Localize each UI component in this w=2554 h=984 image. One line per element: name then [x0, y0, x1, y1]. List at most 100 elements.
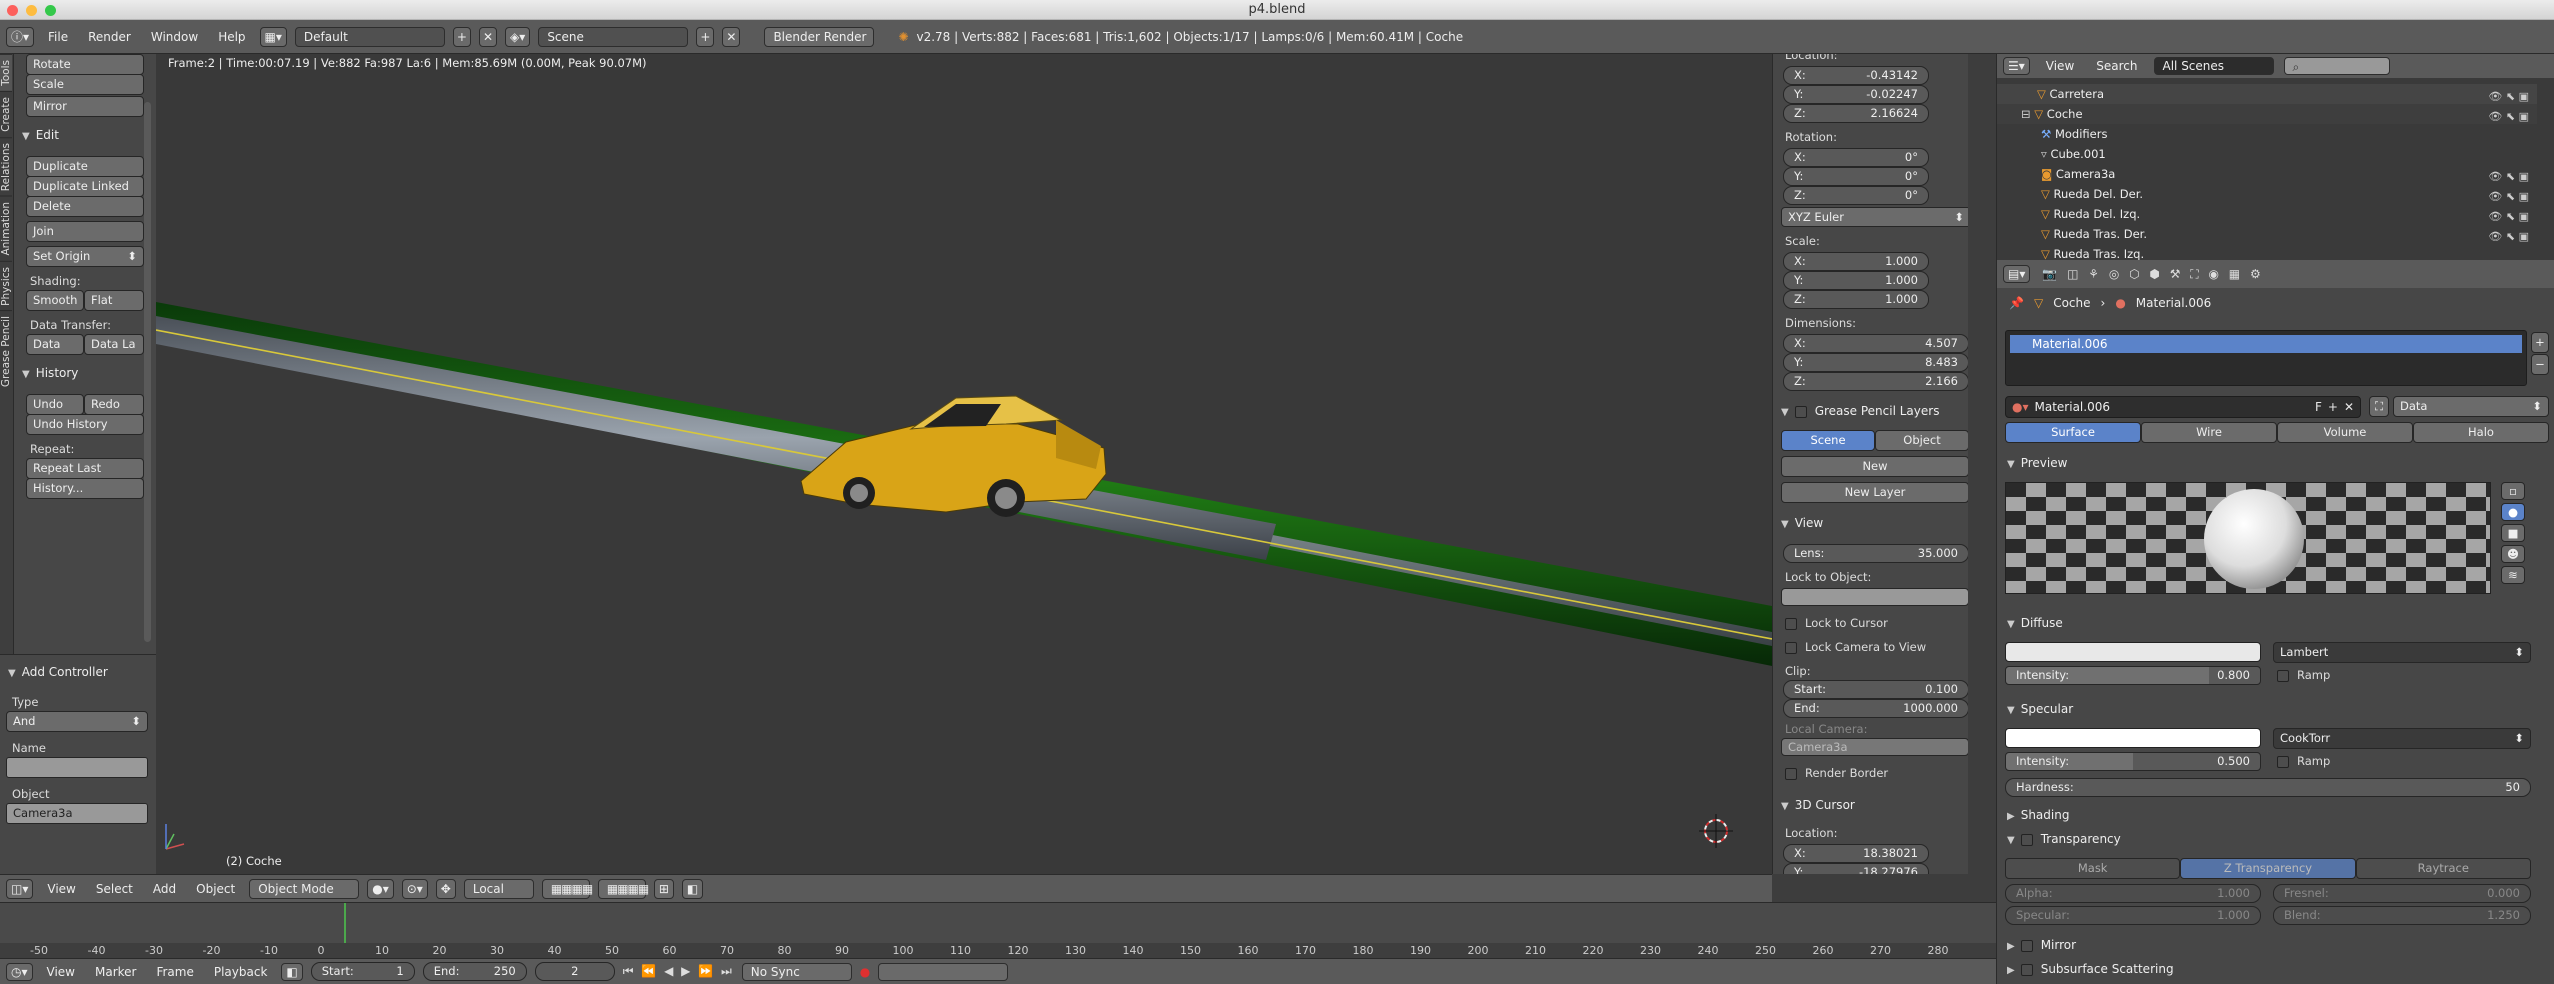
name-input[interactable]	[6, 757, 148, 778]
dimension-y-field[interactable]: Y: 8.483	[1783, 353, 1968, 372]
history-button[interactable]: History...	[26, 478, 144, 499]
outliner-row-rueda-tras-der[interactable]: ▽ Rueda Tras. Der. 👁 ⬉ ▣	[1997, 224, 2537, 244]
lock-camera-checkbox[interactable]	[1785, 641, 1797, 654]
specular-intensity-field[interactable]: Intensity: 0.500	[2005, 752, 2261, 771]
properties-editor-icon[interactable]: ▤▾	[2003, 265, 2031, 283]
specular-panel-header[interactable]: ▼ Specular	[2007, 702, 2073, 716]
current-frame-field[interactable]: 2	[534, 962, 615, 981]
fake-user-button[interactable]: F	[2315, 400, 2322, 414]
data-layout-button[interactable]: Data La	[84, 334, 144, 355]
rotate-button[interactable]: Rotate	[26, 54, 144, 75]
location-z-field[interactable]: Z: 2.16624	[1783, 104, 1929, 123]
menu-object[interactable]: Object	[190, 882, 241, 896]
render-border-option[interactable]: Render Border	[1785, 766, 1888, 780]
set-origin-button[interactable]: Set Origin ⬍	[26, 246, 144, 267]
undo-button[interactable]: Undo	[26, 394, 84, 415]
minimize-window-icon[interactable]	[26, 5, 37, 16]
material-unlink-icon[interactable]: ✕	[2344, 400, 2354, 414]
3d-cursor-panel-header[interactable]: ▼ 3D Cursor	[1781, 798, 1855, 812]
preview-monkey-icon[interactable]: ☻	[2501, 545, 2525, 563]
scene-remove-icon[interactable]: ✕	[722, 26, 741, 47]
operator-panel-header[interactable]: ▼ Add Controller	[8, 665, 108, 679]
outliner-scenes-select[interactable]: All Scenes	[2153, 57, 2274, 75]
local-camera-field[interactable]: Camera3a	[1781, 738, 1968, 756]
start-frame-field[interactable]: Start: 1	[310, 962, 415, 981]
scale-z-field[interactable]: Z: 1.000	[1783, 290, 1929, 309]
lens-field[interactable]: Lens: 35.000	[1783, 544, 1968, 563]
render-border-checkbox[interactable]	[1785, 767, 1797, 780]
tab-create[interactable]: Create	[0, 90, 12, 137]
tab-physics[interactable]: Physics	[0, 260, 12, 311]
menu-add[interactable]: Add	[147, 882, 182, 896]
specular-ramp-checkbox[interactable]	[2277, 755, 2289, 768]
object-input[interactable]: Camera3a	[6, 803, 148, 824]
diffuse-panel-header[interactable]: ▼ Diffuse	[2007, 616, 2063, 630]
outliner-row-rueda-del-der[interactable]: ▽ Rueda Del. Der. 👁 ⬉ ▣	[1997, 184, 2537, 204]
scene-add-icon[interactable]: +	[696, 26, 715, 47]
shading-icon[interactable]: ●▾	[367, 878, 394, 899]
diffuse-ramp-checkbox[interactable]	[2277, 669, 2289, 682]
preview-cube-icon[interactable]: ■	[2501, 524, 2525, 542]
preview-hair-icon[interactable]: ≋	[2501, 566, 2525, 584]
render-engine-select[interactable]: Blender Render	[764, 26, 875, 47]
menu-render[interactable]: Render	[82, 30, 137, 44]
keying-set-field[interactable]	[878, 962, 1009, 981]
mirror-panel-header[interactable]: ▶ Mirror	[2007, 938, 2076, 952]
lock-camera-option[interactable]: Lock Camera to View	[1785, 640, 1926, 654]
sss-checkbox[interactable]	[2020, 963, 2033, 976]
duplicate-button[interactable]: Duplicate	[26, 156, 144, 177]
fresnel-field[interactable]: Fresnel: 0.000	[2273, 884, 2531, 903]
playback-controls-icons[interactable]: ⏮ ⏪ ◀ ▶ ⏩ ⏭	[623, 964, 734, 979]
node-icon[interactable]: ⛶	[2369, 396, 2389, 417]
outliner-editor-icon[interactable]: ☰▾	[2003, 57, 2030, 75]
specular-ramp-option[interactable]: Ramp	[2277, 754, 2330, 768]
scene-field[interactable]: Scene	[538, 26, 689, 47]
outliner-row-camera[interactable]: ◙ Camera3a 👁 ⬉ ▣	[1997, 164, 2537, 184]
slot-remove-button[interactable]: −	[2531, 354, 2549, 375]
hardness-field[interactable]: Hardness: 50	[2005, 778, 2531, 797]
outliner-row-carretera[interactable]: ▽ Carretera 👁 ⬉ ▣	[1997, 84, 2537, 104]
lock-object-field[interactable]	[1781, 588, 1968, 606]
undo-history-button[interactable]: Undo History	[26, 414, 144, 435]
layout-add-icon[interactable]: +	[452, 26, 471, 47]
3d-cursor[interactable]	[1699, 814, 1733, 848]
mirror-button[interactable]: Mirror	[26, 96, 144, 117]
history-panel-header[interactable]: ▼ History	[22, 366, 78, 380]
timeline-menu-playback[interactable]: Playback	[208, 965, 274, 979]
material-name-field[interactable]: Material.006	[2035, 400, 2309, 414]
rotation-mode-select[interactable]: XYZ Euler ⬍	[1781, 207, 1968, 227]
lock-cursor-option[interactable]: Lock to Cursor	[1785, 616, 1888, 630]
mode-select[interactable]: Object Mode	[249, 878, 360, 899]
layers-grid-icon[interactable]: ▦▦▦▦	[541, 878, 593, 899]
preview-range-icon[interactable]: ◧	[281, 962, 303, 981]
tab-tools[interactable]: Tools	[0, 54, 12, 91]
diffuse-color-swatch[interactable]	[2005, 642, 2261, 662]
scene-icon[interactable]: ◈▾	[505, 26, 531, 47]
outliner-row-rueda-del-izq[interactable]: ▽ Rueda Del. Izq. 👁 ⬉ ▣	[1997, 204, 2537, 224]
snap-icon[interactable]: ⊞	[653, 878, 674, 899]
join-button[interactable]: Join	[26, 221, 144, 242]
link-select[interactable]: Data ⬍	[2393, 396, 2549, 417]
layout-remove-icon[interactable]: ✕	[478, 26, 498, 47]
grease-pencil-checkbox[interactable]	[1794, 405, 1807, 418]
material-browse-icon[interactable]: ●▾	[2012, 400, 2029, 414]
blend-field[interactable]: Blend: 1.250	[2273, 906, 2531, 925]
gp-new-layer-button[interactable]: New Layer	[1781, 482, 1968, 503]
repeat-last-button[interactable]: Repeat Last	[26, 458, 144, 479]
clip-end-field[interactable]: End: 1000.000	[1783, 699, 1968, 718]
preview-plane-icon[interactable]: ▫	[2501, 482, 2525, 500]
specular-shader-select[interactable]: CookTorr ⬍	[2273, 728, 2531, 749]
preview-sphere-icon[interactable]: ●	[2501, 503, 2525, 521]
rotation-x-field[interactable]: X: 0°	[1783, 148, 1929, 167]
editor-type-icon[interactable]: ⓘ▾	[6, 26, 35, 47]
orientation-select[interactable]: Local	[463, 878, 534, 899]
cursor-x-field[interactable]: X: 18.38021	[1783, 844, 1929, 863]
gp-new-button[interactable]: New	[1781, 456, 1968, 477]
pin-icon[interactable]: 📌	[2009, 296, 2024, 310]
lock-cursor-checkbox[interactable]	[1785, 617, 1797, 630]
close-window-icon[interactable]	[7, 5, 18, 16]
timeline-editor-icon[interactable]: ◷▾	[6, 962, 33, 981]
rotation-z-field[interactable]: Z: 0°	[1783, 186, 1929, 205]
tab-z-transparency[interactable]: Z Transparency	[2180, 858, 2356, 879]
diffuse-shader-select[interactable]: Lambert ⬍	[2273, 642, 2531, 663]
